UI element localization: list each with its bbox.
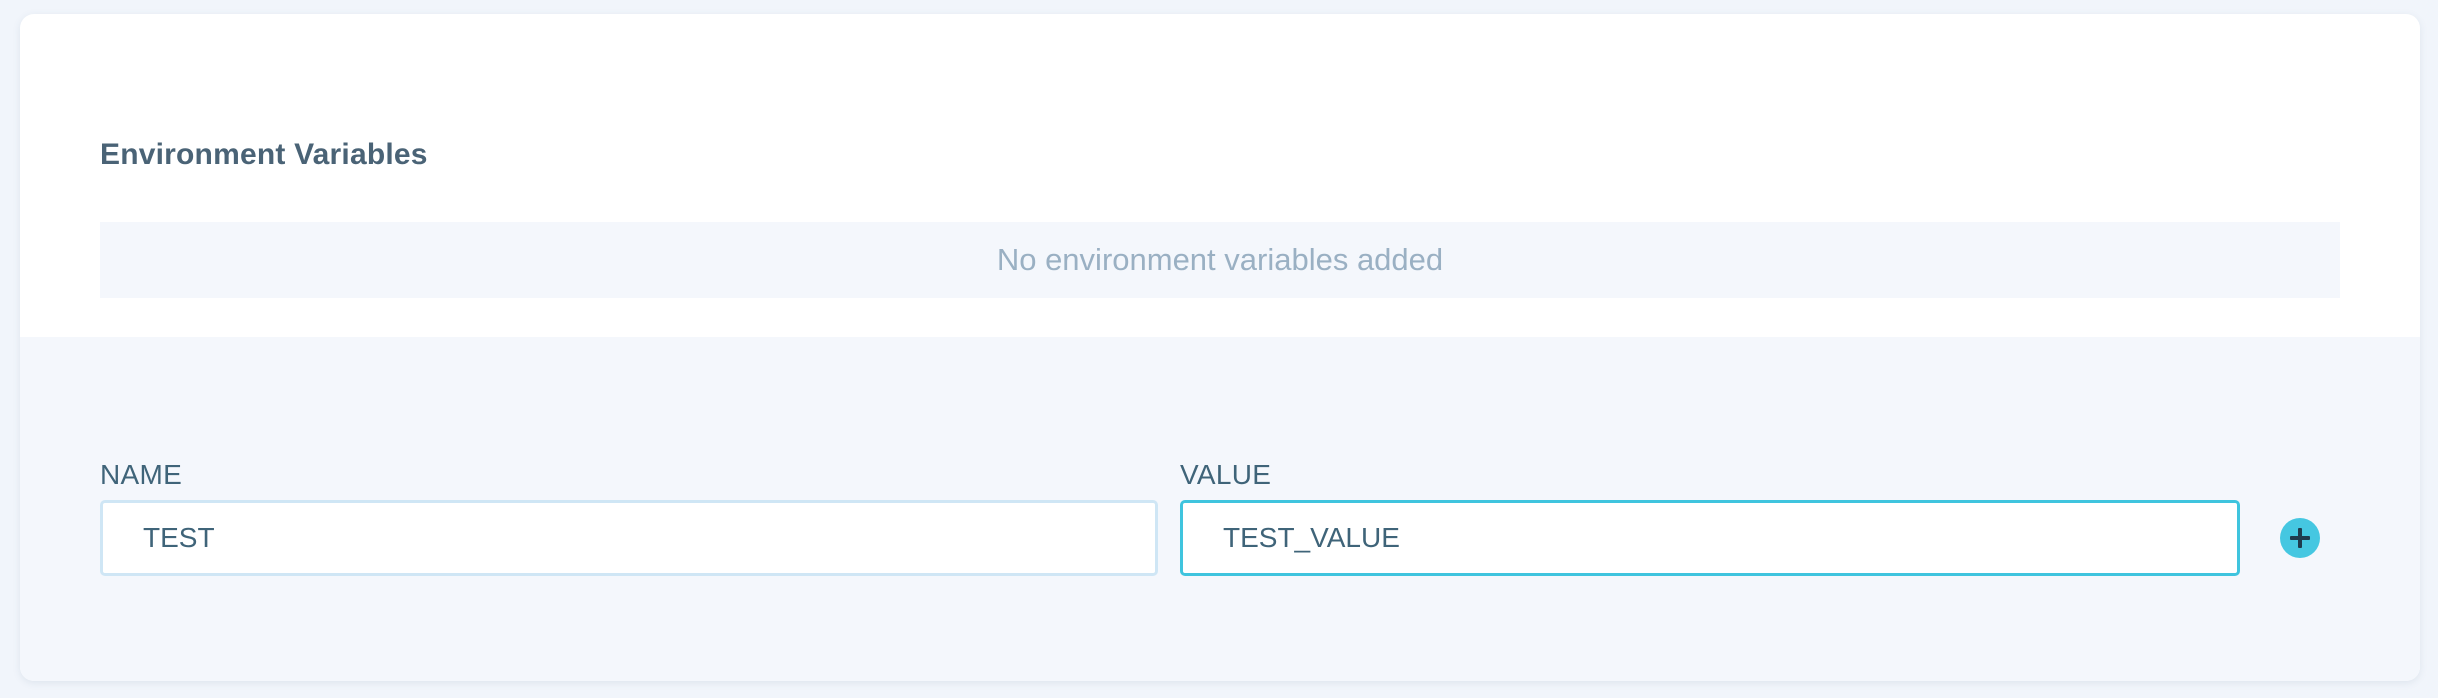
name-input[interactable] [100,500,1158,576]
plus-icon [2290,528,2310,548]
value-label: VALUE [1180,459,1272,490]
env-variables-card: Environment Variables No environment var… [20,14,2420,681]
add-variable-form: NAME VALUE [20,337,2420,681]
add-variable-button[interactable] [2280,518,2320,558]
name-label: NAME [100,459,183,490]
empty-state-message: No environment variables added [100,222,2340,298]
empty-state-text: No environment variables added [996,242,1444,277]
section-title: Environment Variables [100,138,428,171]
value-input[interactable] [1180,500,2240,576]
